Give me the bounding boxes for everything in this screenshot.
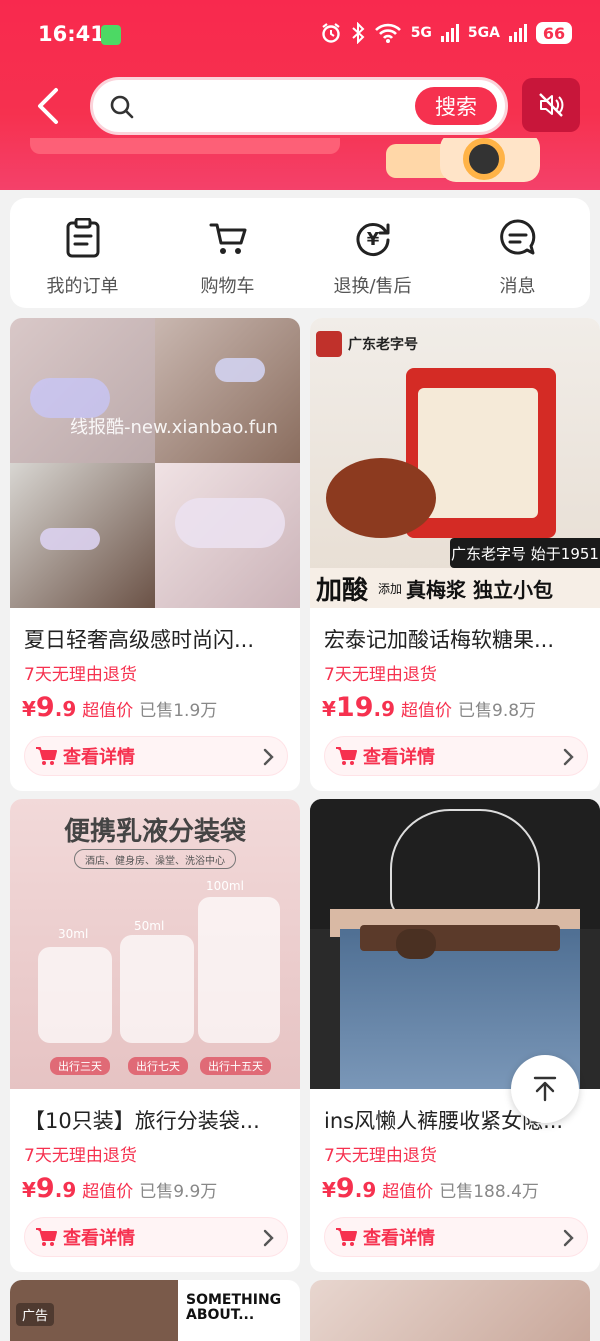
price-row: ¥ 9 .9 超值价 已售9.9万 xyxy=(22,1173,218,1204)
back-button[interactable] xyxy=(30,84,66,128)
ad-badge: 广告 xyxy=(16,1303,55,1326)
return-policy: 7天无理由退货 xyxy=(24,665,137,685)
return-policy: 7天无理由退货 xyxy=(24,1146,137,1166)
chevron-right-icon xyxy=(263,1229,274,1247)
quick-messages-label: 消息 xyxy=(499,276,536,297)
status-bar: 16:41 5G 5GA 66 xyxy=(0,0,600,70)
price-tag: 超值价 xyxy=(382,1182,434,1202)
quick-orders-label: 我的订单 xyxy=(46,276,119,297)
quick-messages[interactable]: 消息 xyxy=(445,198,590,308)
product-card[interactable]: 便携乳液分装袋 酒店、健身房、澡堂、洗浴中心 30ml 50ml 100ml 出… xyxy=(10,799,300,1272)
sold-count: 已售188.4万 xyxy=(439,1182,539,1202)
product-card[interactable]: 广东老字号 广东老字号 始于1951 加酸 添加 真梅浆 独立小包 宏泰记加酸话… xyxy=(310,318,600,791)
chat-notification-icon xyxy=(101,25,121,45)
sold-count: 已售9.8万 xyxy=(458,701,537,721)
battery-indicator: 66 xyxy=(536,22,572,44)
mute-button[interactable] xyxy=(522,78,580,132)
product-image[interactable] xyxy=(310,799,600,1089)
nav-bar: 搜索 xyxy=(0,74,600,138)
chevron-right-icon xyxy=(563,1229,574,1247)
product-image[interactable]: 线报酷-new.xianbao.fun xyxy=(10,318,300,608)
return-policy: 7天无理由退货 xyxy=(324,1146,437,1166)
product-card-peek[interactable] xyxy=(310,1280,590,1341)
price: 9 xyxy=(35,1173,55,1204)
image-headline: 便携乳液分装袋 xyxy=(63,817,246,847)
bluetooth-icon xyxy=(352,22,365,44)
view-details-button[interactable]: 查看详情 xyxy=(324,736,588,776)
brand-label: 广东老字号 xyxy=(348,337,418,353)
cart-icon xyxy=(209,223,246,254)
search-icon xyxy=(110,95,134,119)
quick-orders[interactable]: 我的订单 xyxy=(10,198,155,308)
product-card[interactable]: 线报酷-new.xianbao.fun 夏日轻奢高级感时尚闪... 7天无理由退… xyxy=(10,318,300,791)
status-time: 16:41 xyxy=(38,22,105,46)
quick-cart-label: 购物车 xyxy=(200,276,255,297)
chevron-right-icon xyxy=(563,748,574,766)
message-icon xyxy=(499,219,535,255)
price-row: ¥ 9 .9 超值价 已售188.4万 xyxy=(322,1173,539,1204)
cart-icon xyxy=(36,747,57,765)
wifi-icon xyxy=(374,23,401,43)
heritage-badge: 广东老字号 始于1951 xyxy=(450,538,600,568)
network-5ga-label: 5GA xyxy=(467,25,500,41)
svg-text:¥: ¥ xyxy=(366,229,379,250)
sold-count: 已售9.9万 xyxy=(139,1182,218,1202)
refund-icon: ¥ xyxy=(356,223,389,256)
signal-icon-2 xyxy=(509,24,527,42)
network-5g-label: 5G xyxy=(410,25,432,41)
quick-cart[interactable]: 购物车 xyxy=(155,198,300,308)
price-tag: 超值价 xyxy=(401,701,453,721)
chevron-left-icon xyxy=(38,88,58,124)
quick-refund[interactable]: ¥ 退换/售后 xyxy=(300,198,445,308)
price: 9 xyxy=(335,1173,355,1204)
search-input[interactable]: 搜索 xyxy=(90,77,508,135)
cart-icon xyxy=(336,1228,357,1246)
price-row: ¥ 19 .9 超值价 已售9.8万 xyxy=(322,692,537,723)
view-details-button[interactable]: 查看详情 xyxy=(324,1217,588,1257)
back-to-top-button[interactable] xyxy=(511,1055,579,1123)
app-header: 16:41 5G 5GA 66 搜索 xyxy=(0,0,600,190)
view-details-button[interactable]: 查看详情 xyxy=(24,1217,288,1257)
price-row: ¥ 9 .9 超值价 已售1.9万 xyxy=(22,692,218,723)
product-image[interactable]: 广东老字号 广东老字号 始于1951 加酸 添加 真梅浆 独立小包 xyxy=(310,318,600,608)
chevron-right-icon xyxy=(263,748,274,766)
signal-icon xyxy=(440,24,459,42)
product-image[interactable]: 便携乳液分装袋 酒店、健身房、澡堂、洗浴中心 30ml 50ml 100ml 出… xyxy=(10,799,300,1089)
watermark: 线报酷-new.xianbao.fun xyxy=(70,417,278,438)
view-details-button[interactable]: 查看详情 xyxy=(24,736,288,776)
price: 9 xyxy=(35,692,55,723)
cart-icon xyxy=(36,1228,57,1246)
product-title: 宏泰记加酸话梅软糖果... xyxy=(324,628,555,652)
quick-refund-label: 退换/售后 xyxy=(333,276,412,297)
search-button[interactable]: 搜索 xyxy=(415,87,497,125)
promo-banner[interactable] xyxy=(0,138,600,190)
product-card[interactable]: ins风懒人裤腰收紧女隐... 7天无理由退货 ¥ 9 .9 超值价 已售188… xyxy=(310,799,600,1272)
price-tag: 超值价 xyxy=(82,1182,134,1202)
order-icon xyxy=(66,218,99,258)
speaker-muted-icon xyxy=(539,93,564,117)
price-tag: 超值价 xyxy=(82,701,134,721)
sold-count: 已售1.9万 xyxy=(139,701,218,721)
quick-actions: 我的订单 购物车 ¥ 退换/售后 消息 xyxy=(10,198,590,308)
price: 19 xyxy=(335,692,374,723)
cart-icon xyxy=(336,747,357,765)
product-title: 【10只装】旅行分装袋... xyxy=(24,1109,260,1133)
product-title: 夏日轻奢高级感时尚闪... xyxy=(24,628,255,652)
arrow-up-icon xyxy=(533,1076,557,1102)
return-policy: 7天无理由退货 xyxy=(324,665,437,685)
alarm-icon xyxy=(321,23,340,43)
